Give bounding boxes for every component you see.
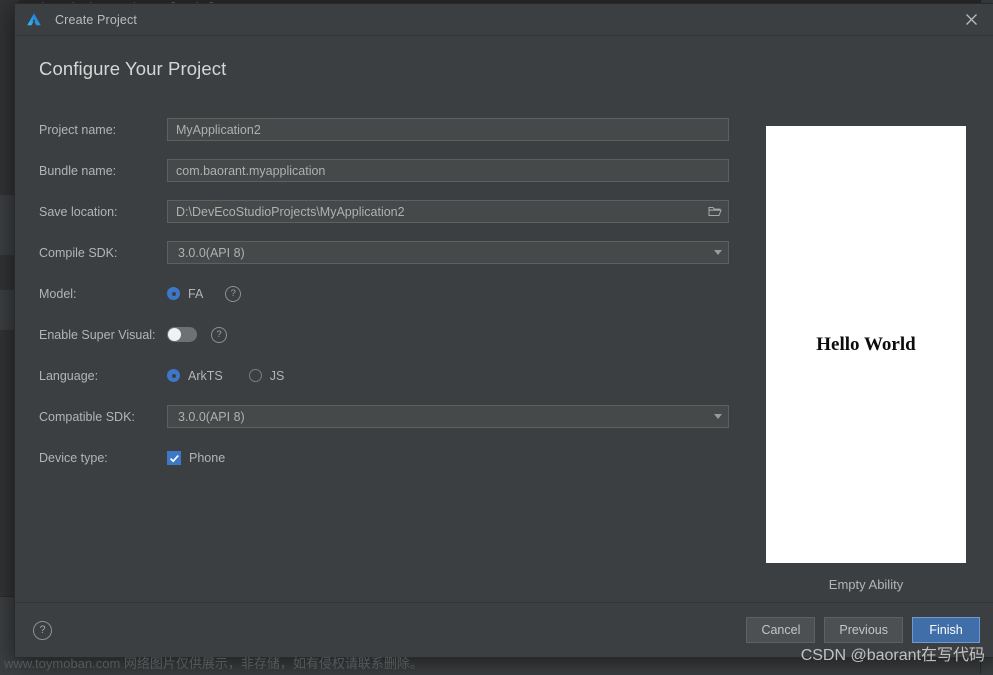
super-visual-help-icon[interactable]: ?: [211, 327, 227, 343]
language-label: Language:: [39, 369, 167, 383]
cancel-button[interactable]: Cancel: [746, 617, 815, 643]
compile-sdk-value: 3.0.0(API 8): [168, 246, 245, 260]
browse-button[interactable]: [708, 201, 722, 222]
device-type-label: Device type:: [39, 451, 167, 465]
deveco-logo-icon: [25, 11, 43, 29]
form-row-project-name: Project name: MyApplication2: [39, 118, 729, 141]
tool-window-stripe-b[interactable]: [0, 290, 14, 330]
save-location-label: Save location:: [39, 205, 167, 219]
compile-sdk-select[interactable]: 3.0.0(API 8): [167, 241, 729, 264]
form-row-bundle-name: Bundle name: com.baorant.myapplication: [39, 159, 729, 182]
form-row-save-location: Save location: D:\DevEcoStudioProjects\M…: [39, 200, 729, 223]
enable-super-visual-label: Enable Super Visual:: [39, 328, 167, 342]
compile-sdk-caret[interactable]: [714, 242, 722, 263]
model-options: FA ?: [167, 286, 241, 302]
device-preview-screen: Hello World: [766, 126, 966, 563]
compatible-sdk-caret[interactable]: [714, 406, 722, 427]
form-row-model: Model: FA ?: [39, 282, 729, 305]
checkbox-device-phone[interactable]: [167, 451, 181, 465]
save-location-input[interactable]: D:\DevEcoStudioProjects\MyApplication2: [167, 200, 729, 223]
checkbox-device-phone-label: Phone: [189, 451, 225, 465]
compile-sdk-label: Compile SDK:: [39, 246, 167, 260]
radio-language-arkts-label: ArkTS: [188, 369, 223, 383]
enable-super-visual-controls: ?: [167, 327, 227, 343]
preview-caption: Empty Ability: [766, 577, 966, 592]
save-location-value: D:\DevEcoStudioProjects\MyApplication2: [168, 205, 405, 219]
project-config-form: Project name: MyApplication2 Bundle name…: [39, 118, 729, 469]
check-icon: [169, 453, 180, 464]
previous-button[interactable]: Previous: [824, 617, 903, 643]
csdn-watermark: CSDN @baorant在写代码: [801, 641, 985, 665]
model-label: Model:: [39, 287, 167, 301]
radio-language-arkts[interactable]: [167, 369, 180, 382]
radio-model-fa[interactable]: [167, 287, 180, 300]
template-preview: Hello World Empty Ability: [766, 126, 966, 592]
enable-super-visual-toggle[interactable]: [167, 327, 197, 342]
project-name-input[interactable]: MyApplication2: [167, 118, 729, 141]
dialog-body: Configure Your Project Project name: MyA…: [15, 36, 993, 602]
create-project-dialog: Create Project Configure Your Project Pr…: [14, 3, 993, 658]
dialog-title: Create Project: [55, 13, 137, 27]
radio-model-fa-label: FA: [188, 287, 203, 301]
model-help-icon[interactable]: ?: [225, 286, 241, 302]
form-row-device-type: Device type: Phone: [39, 446, 729, 469]
chevron-down-icon: [714, 414, 722, 419]
toggle-knob: [168, 328, 181, 341]
project-name-label: Project name:: [39, 123, 167, 137]
compatible-sdk-label: Compatible SDK:: [39, 410, 167, 424]
project-name-value: MyApplication2: [168, 123, 261, 137]
form-row-compatible-sdk: Compatible SDK: 3.0.0(API 8): [39, 405, 729, 428]
tool-window-stripe-a[interactable]: [0, 195, 14, 255]
page-title: Configure Your Project: [39, 58, 226, 80]
toymoban-watermark: www.toymoban.com 网络图片仅供展示，非存储，如有侵权请联系删除。: [4, 653, 423, 672]
finish-button[interactable]: Finish: [912, 617, 980, 643]
device-type-options: Phone: [167, 451, 225, 465]
close-icon: [965, 13, 978, 26]
radio-language-js-label: JS: [270, 369, 285, 383]
form-row-compile-sdk: Compile SDK: 3.0.0(API 8): [39, 241, 729, 264]
bundle-name-value: com.baorant.myapplication: [168, 164, 325, 178]
form-row-enable-super-visual: Enable Super Visual: ?: [39, 323, 729, 346]
footer-buttons: Cancel Previous Finish: [746, 617, 980, 643]
bundle-name-label: Bundle name:: [39, 164, 167, 178]
compatible-sdk-select[interactable]: 3.0.0(API 8): [167, 405, 729, 428]
folder-open-icon: [708, 205, 722, 218]
compatible-sdk-value: 3.0.0(API 8): [168, 410, 245, 424]
language-options: ArkTS JS: [167, 369, 284, 383]
bundle-name-input[interactable]: com.baorant.myapplication: [167, 159, 729, 182]
close-button[interactable]: [948, 4, 993, 35]
device-preview-text: Hello World: [816, 334, 915, 356]
dialog-titlebar: Create Project: [15, 4, 993, 36]
footer-help-icon[interactable]: ?: [33, 621, 52, 640]
form-row-language: Language: ArkTS JS: [39, 364, 729, 387]
chevron-down-icon: [714, 250, 722, 255]
radio-language-js[interactable]: [249, 369, 262, 382]
